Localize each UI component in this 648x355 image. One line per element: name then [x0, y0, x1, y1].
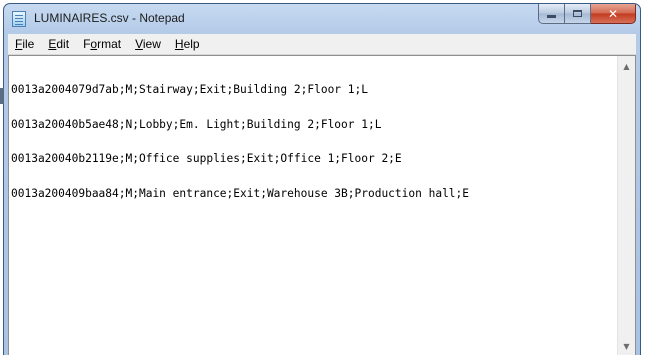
close-button[interactable]: ✕ [591, 4, 636, 24]
text-line: 0013a20040b2119e;M;Office supplies;Exit;… [11, 152, 402, 165]
notepad-window: LUMINAIRES.csv - Notepad ✕ File Edit For… [3, 3, 641, 355]
menu-edit[interactable]: Edit [41, 35, 76, 53]
menu-format-rest: rmat [97, 37, 122, 51]
menu-help-rest: elp [183, 37, 200, 51]
notepad-icon[interactable] [12, 11, 26, 27]
caption-buttons: ✕ [538, 4, 636, 24]
maximize-button[interactable] [565, 4, 591, 24]
menu-format[interactable]: Format [76, 35, 128, 53]
menu-file[interactable]: File [8, 35, 41, 53]
window-title: LUMINAIRES.csv - Notepad [34, 11, 185, 25]
background-edge [0, 88, 4, 104]
close-icon: ✕ [607, 6, 619, 21]
text-editor[interactable]: 0013a2004079d7ab;M;Stairway;Exit;Buildin… [8, 55, 636, 355]
text-line: 0013a20040b5ae48;N;Lobby;Em. Light;Build… [11, 117, 382, 131]
text-line: 0013a200409baa84;M;Main entrance;Exit;Wa… [11, 186, 470, 200]
title-bar[interactable]: LUMINAIRES.csv - Notepad ✕ [4, 4, 640, 34]
menu-edit-rest: dit [56, 37, 70, 51]
scroll-up-icon[interactable]: ▲ [618, 58, 635, 75]
menu-help[interactable]: Help [168, 35, 207, 53]
minimize-icon [547, 15, 556, 18]
text-content[interactable]: 0013a2004079d7ab;M;Stairway;Exit;Buildin… [9, 56, 617, 355]
menu-bar: File Edit Format View Help [8, 34, 636, 55]
menu-view-accel: V [135, 37, 143, 51]
maximize-icon [573, 10, 582, 17]
menu-view[interactable]: View [128, 35, 168, 53]
vertical-scrollbar[interactable]: ▲ ▼ [617, 56, 635, 355]
text-line: 0013a2004079d7ab;M;Stairway;Exit;Buildin… [11, 83, 368, 96]
scroll-down-icon[interactable]: ▼ [618, 338, 635, 355]
menu-file-rest: ile [22, 37, 35, 51]
minimize-button[interactable] [538, 4, 565, 24]
menu-view-rest: iew [142, 37, 161, 51]
menu-help-accel: H [174, 37, 184, 51]
